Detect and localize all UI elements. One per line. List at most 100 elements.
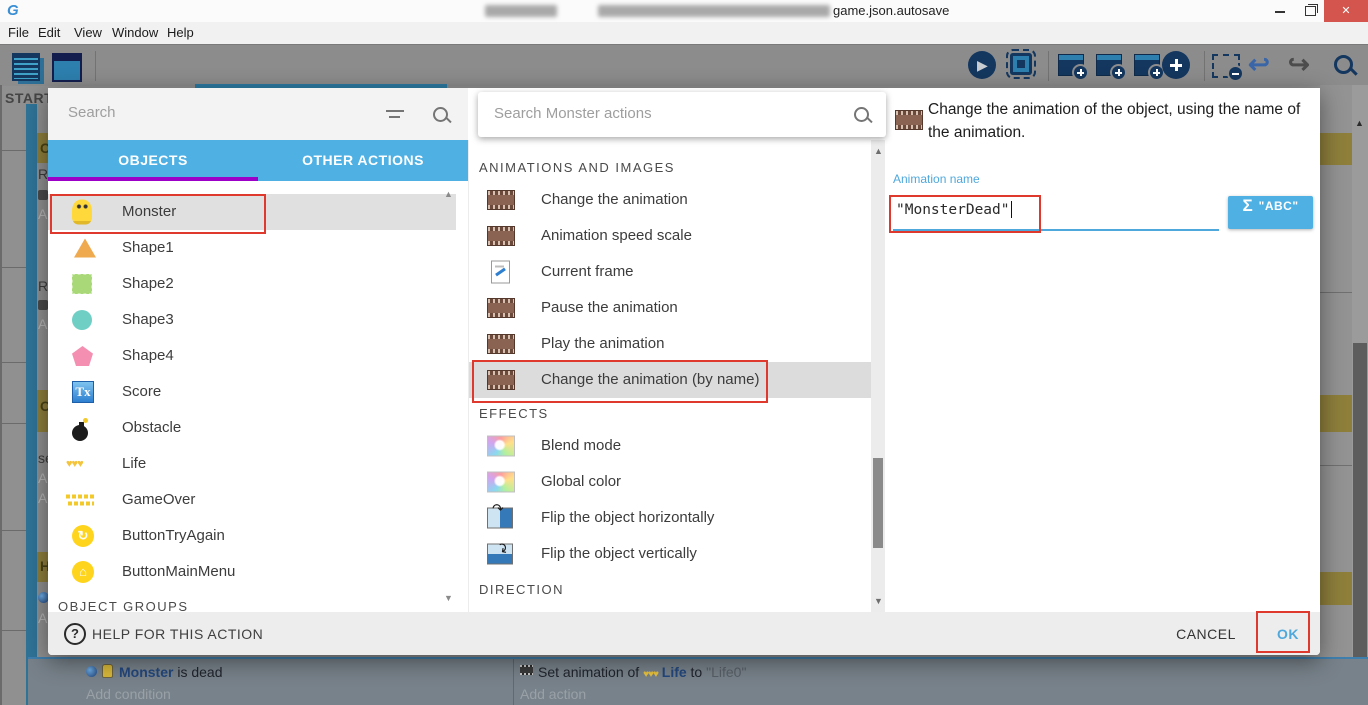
- add-comment-icon[interactable]: [1134, 54, 1160, 76]
- menu-view[interactable]: View: [74, 25, 102, 40]
- add-subevent-icon[interactable]: [1096, 54, 1122, 76]
- filter-icon[interactable]: [386, 109, 404, 119]
- scroll-up-icon[interactable]: ▲: [874, 146, 883, 156]
- action-label: Animation speed scale: [541, 227, 692, 244]
- monster-sprite-icon: [102, 664, 113, 678]
- film-icon: [487, 190, 515, 210]
- animation-name-value: "MonsterDead": [896, 202, 1010, 218]
- expression-editor-button[interactable]: Σ"ABC": [1228, 196, 1313, 229]
- toolbar: ▶ ↩ ↪: [0, 44, 1368, 86]
- circle-icon: [72, 310, 92, 330]
- action-item-animation-speed-scale[interactable]: Animation speed scale: [469, 218, 873, 254]
- object-item-shape1[interactable]: Shape1: [48, 230, 456, 266]
- action-item-change-animation[interactable]: Change the animation: [469, 182, 873, 218]
- event-divider: [0, 150, 26, 151]
- menu-window[interactable]: Window: [112, 25, 158, 40]
- action-item-pause-animation[interactable]: Pause the animation: [469, 290, 873, 326]
- restore-button[interactable]: [1296, 0, 1324, 22]
- text-object-icon: Tx: [72, 381, 94, 403]
- image-color-icon: [487, 436, 515, 457]
- tab-objects[interactable]: OBJECTS: [48, 140, 258, 181]
- object-item-score[interactable]: Tx Score: [48, 374, 456, 410]
- minimize-button[interactable]: [1266, 0, 1294, 22]
- object-label: Obstacle: [122, 419, 181, 436]
- object-item-gameover[interactable]: GameOver: [48, 482, 456, 518]
- cancel-button[interactable]: CANCEL: [1164, 621, 1248, 647]
- event-divider: [0, 267, 26, 268]
- undo-icon[interactable]: ↩: [1248, 49, 1270, 80]
- object-item-shape2[interactable]: Shape2: [48, 266, 456, 302]
- menu-file[interactable]: File: [8, 25, 29, 40]
- condition-icon: [86, 666, 97, 677]
- action-item-flip-horizontally[interactable]: ↷ Flip the object horizontally: [469, 500, 873, 536]
- action-item-blend-mode[interactable]: Blend mode: [469, 428, 873, 464]
- scroll-up-icon[interactable]: ▲: [444, 189, 453, 199]
- action-item-current-frame[interactable]: Current frame: [469, 254, 873, 290]
- object-label: ButtonTryAgain: [122, 527, 225, 544]
- ok-button[interactable]: OK: [1266, 621, 1310, 647]
- action-item-change-animation-by-name[interactable]: Change the animation (by name): [469, 362, 873, 398]
- redo-icon[interactable]: ↪: [1288, 49, 1310, 80]
- object-item-shape3[interactable]: Shape3: [48, 302, 456, 338]
- scroll-down-icon[interactable]: ▼: [444, 593, 453, 603]
- add-action-button[interactable]: Add action: [520, 686, 586, 702]
- help-button[interactable]: HELP FOR THIS ACTION: [92, 626, 263, 642]
- field-underline: [893, 229, 1219, 231]
- object-item-obstacle[interactable]: Obstacle: [48, 410, 456, 446]
- action-mid: to: [691, 664, 703, 680]
- search-icon[interactable]: [854, 107, 869, 122]
- object-tabs: OBJECTS OTHER ACTIONS: [48, 140, 468, 181]
- object-search-placeholder: Search: [68, 104, 116, 121]
- action-item-flip-vertically[interactable]: ↷ Flip the object vertically: [469, 536, 873, 572]
- play-icon[interactable]: ▶: [968, 51, 996, 79]
- add-condition-button[interactable]: Add condition: [86, 686, 171, 702]
- title-bar: G game.json.autosave ✕: [0, 0, 1368, 23]
- action-list: ANIMATIONS AND IMAGES Change the animati…: [468, 140, 886, 612]
- debug-icon[interactable]: [1010, 53, 1032, 75]
- square-icon: [72, 274, 92, 294]
- search-icon[interactable]: [433, 107, 448, 122]
- object-item-monster[interactable]: Monster: [48, 194, 456, 230]
- window-scrollbar-thumb[interactable]: [1353, 343, 1367, 705]
- retry-button-icon: ↻: [72, 525, 94, 547]
- tab-other-actions[interactable]: OTHER ACTIONS: [258, 140, 468, 181]
- object-item-buttonmainmenu[interactable]: ⌂ ButtonMainMenu: [48, 554, 456, 590]
- object-item-life[interactable]: ♥♥♥ Life: [48, 446, 456, 482]
- action-item-global-color[interactable]: Global color: [469, 464, 873, 500]
- object-item-shape4[interactable]: Shape4: [48, 338, 456, 374]
- action-item-play-animation[interactable]: Play the animation: [469, 326, 873, 362]
- scroll-down-icon[interactable]: ▼: [874, 596, 883, 606]
- condition-text[interactable]: Monster is dead: [119, 664, 223, 680]
- object-search-bar[interactable]: Search: [48, 88, 468, 140]
- action-label: Current frame: [541, 263, 634, 280]
- window-title: game.json.autosave: [833, 3, 949, 18]
- events-editor-icon[interactable]: [12, 53, 40, 81]
- action-search-placeholder: Search Monster actions: [494, 105, 652, 122]
- action-text[interactable]: Set animation of ♥♥♥ Life to "Life0": [538, 664, 746, 680]
- scene-editor-icon[interactable]: [52, 53, 82, 82]
- menu-edit[interactable]: Edit: [38, 25, 60, 40]
- gdevelop-logo-icon: G: [7, 3, 23, 19]
- animation-name-field[interactable]: "MonsterDead": [896, 201, 1012, 218]
- search-icon[interactable]: [1334, 55, 1353, 74]
- action-search-bar[interactable]: Search Monster actions: [478, 92, 886, 137]
- gameover-text-icon: [66, 495, 94, 506]
- gdevelop-window: G game.json.autosave ✕ File Edit View Wi…: [0, 0, 1368, 705]
- left-edge-line: [0, 85, 2, 705]
- add-other-event-icon[interactable]: [1162, 51, 1190, 79]
- event-fragment: A: [38, 206, 47, 222]
- object-label: Score: [122, 383, 161, 400]
- scroll-up-icon[interactable]: ▲: [1355, 118, 1364, 128]
- action-list-scrollbar-thumb[interactable]: [873, 458, 883, 548]
- event-divider: [1320, 292, 1353, 293]
- event-fragment-icon: [38, 190, 48, 200]
- menu-help[interactable]: Help: [167, 25, 194, 40]
- film-icon: [487, 298, 515, 318]
- event-divider: [0, 423, 26, 424]
- delete-event-icon[interactable]: [1212, 54, 1240, 78]
- object-item-buttontryagain[interactable]: ↻ ButtonTryAgain: [48, 518, 456, 554]
- object-label: Life: [122, 455, 146, 472]
- help-icon[interactable]: ?: [64, 623, 86, 645]
- close-button[interactable]: ✕: [1324, 0, 1368, 22]
- add-event-icon[interactable]: [1058, 54, 1084, 76]
